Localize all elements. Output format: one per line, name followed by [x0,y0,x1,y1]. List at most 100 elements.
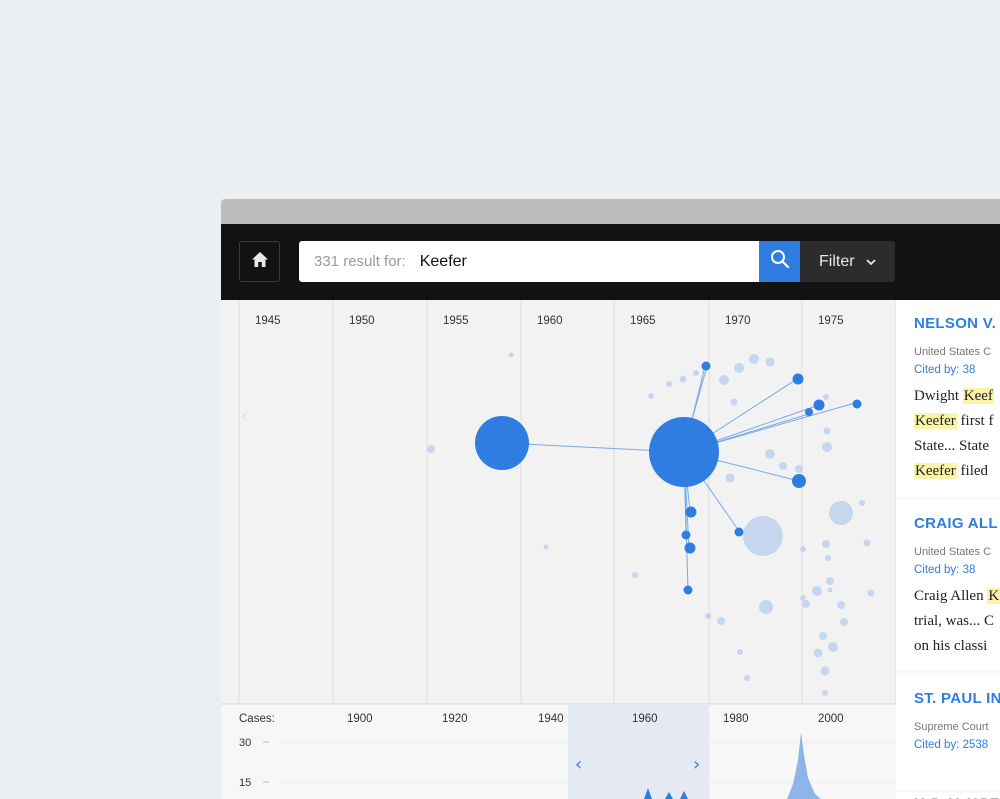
filter-label: Filter [819,252,855,270]
faint-case-node[interactable] [734,363,744,373]
faint-case-node[interactable] [744,675,750,681]
case-node[interactable] [805,408,813,416]
case-node[interactable] [792,373,804,385]
chevron-left-icon: ‹ [241,406,248,427]
histogram-year-label: 1960 [632,713,658,725]
faint-case-node[interactable] [719,375,729,385]
faint-case-node[interactable] [823,427,831,435]
faint-case-node[interactable] [840,618,848,626]
result-card[interactable]: U.S. V. HOF [896,793,1000,799]
faint-case-node[interactable] [837,601,845,609]
faint-case-node[interactable] [863,539,871,547]
faint-case-node[interactable] [800,595,806,601]
snippet-highlight: K [987,588,1000,604]
faint-case-node[interactable] [632,572,638,578]
case-node[interactable] [701,361,711,371]
faint-case-node[interactable] [648,393,654,399]
case-node[interactable] [683,585,693,595]
timeline-year-label: 1945 [255,315,281,327]
histogram-year-label: 1900 [347,713,373,725]
faint-case-node[interactable] [705,613,711,619]
case-node[interactable] [685,506,697,518]
faint-case-node[interactable] [737,649,743,655]
snippet-text: trial, was... C [914,613,994,629]
faint-case-node[interactable] [508,352,514,358]
timeline-year-label: 1965 [630,315,656,327]
faint-case-node[interactable] [867,589,875,597]
case-node[interactable] [684,542,696,554]
faint-case-node[interactable] [822,690,828,696]
faint-case-node[interactable] [543,544,549,550]
result-card[interactable]: NELSON V. United States C Cited by: 38 Dwig… [896,300,1000,497]
faint-case-node[interactable] [820,666,830,676]
faint-case-node[interactable] [779,462,787,470]
range-prev-button[interactable]: ‹ [575,754,582,775]
faint-case-node[interactable] [759,600,773,614]
faint-case-node[interactable] [802,600,810,608]
faint-case-node[interactable] [765,449,775,459]
result-cited-by-link[interactable]: Cited by: 38 [914,564,975,576]
faint-case-node[interactable] [819,632,827,640]
filter-dropdown[interactable]: Filter [800,241,895,282]
faint-case-node[interactable] [730,398,738,406]
histogram-year-label: 1920 [442,713,468,725]
case-node[interactable] [813,399,825,411]
result-cited-by-link[interactable]: Cited by: 38 [914,364,975,376]
result-snippet-line: on his classi [914,638,987,655]
home-icon [251,251,269,273]
faint-case-node[interactable] [812,586,822,596]
faint-case-node[interactable] [765,357,775,367]
search-icon [770,249,790,274]
faint-case-node[interactable] [813,648,823,658]
snippet-text: Craig Allen [914,588,988,604]
result-title-link[interactable]: NELSON V. [914,315,996,332]
faint-case-node[interactable] [800,546,806,552]
faint-case-node[interactable] [859,500,865,506]
case-node[interactable] [792,474,806,488]
result-cited-by-link[interactable]: Cited by: 2538 [914,739,988,751]
timeline-year-label: 1950 [349,315,375,327]
case-node[interactable] [681,530,691,540]
focused-case-node[interactable] [649,417,719,487]
snippet-text: filed [956,463,989,479]
faint-case-node[interactable] [826,577,834,585]
case-node[interactable] [475,416,529,470]
search-button[interactable] [759,241,800,282]
result-snippet-line: Craig Allen K [914,588,1000,605]
citation-graph[interactable]: 1945 1950 1955 1960 1965 1970 1975 ‹ Cases: 1900 1… [221,300,896,799]
result-title-link[interactable]: CRAIG ALL [914,515,998,532]
faint-case-node[interactable] [427,445,435,453]
result-count-label: 331 result for: [314,253,406,270]
faint-case-node[interactable] [666,381,672,387]
faint-case-node[interactable] [828,642,838,652]
histogram-year-label: 1980 [723,713,749,725]
search-input[interactable]: 331 result for: Keefer [299,241,759,282]
timeline-year-label: 1970 [725,315,751,327]
case-node[interactable] [734,527,744,537]
search-query-text[interactable]: Keefer [420,253,467,271]
snippet-highlight: Keefer [914,413,957,429]
timeline-year-label: 1975 [818,315,844,327]
faint-case-node[interactable] [823,394,829,400]
faint-case-node[interactable] [795,465,803,473]
faint-case-node[interactable] [822,540,830,548]
faint-case-node[interactable] [825,555,831,561]
result-title-link[interactable]: ST. PAUL IN [914,690,1000,707]
faint-case-node[interactable] [679,375,687,383]
home-button[interactable] [239,241,280,282]
faint-case-node[interactable] [749,354,759,364]
histogram-y-tick-label: 30 [239,737,251,749]
faint-case-node[interactable] [693,370,699,376]
faint-case-node[interactable] [829,501,853,525]
case-node[interactable] [852,399,862,409]
result-title-link[interactable]: U.S. V. HOF [914,795,999,799]
faint-case-node[interactable] [717,617,725,625]
results-panel: NELSON V. United States C Cited by: 38 Dwig… [896,300,1000,799]
result-card[interactable]: CRAIG ALL United States C Cited by: 38 Crai… [896,500,1000,670]
faint-case-node[interactable] [822,442,832,452]
faint-case-node[interactable] [725,473,735,483]
faint-case-node[interactable] [743,516,783,556]
range-next-button[interactable]: › [693,754,700,775]
result-card[interactable]: ST. PAUL IN Supreme Court Cited by: 2538 [896,675,1000,790]
faint-case-node[interactable] [827,587,833,593]
